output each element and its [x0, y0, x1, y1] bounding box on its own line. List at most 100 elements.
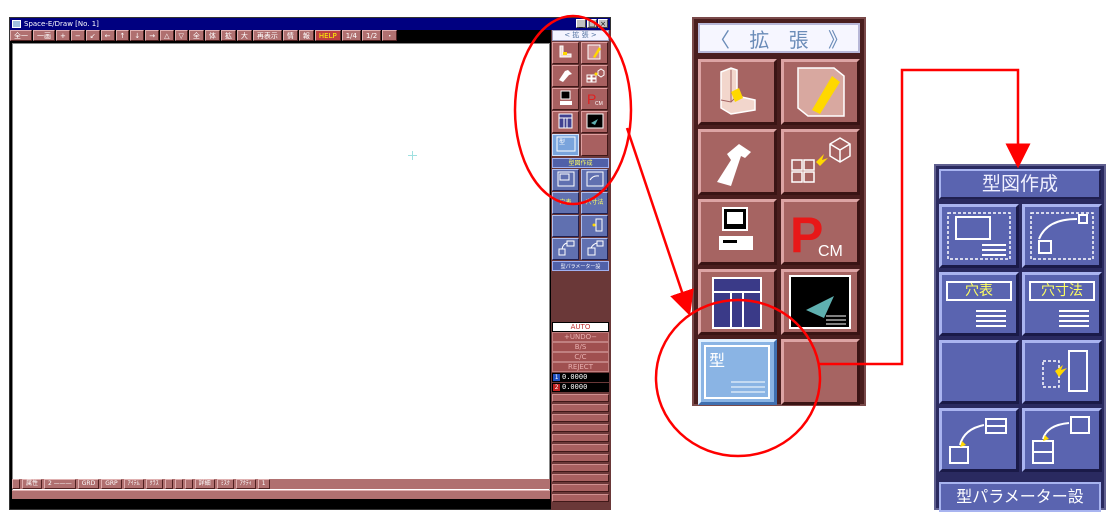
status-field[interactable] — [12, 479, 20, 489]
link-box-button-large[interactable] — [939, 408, 1019, 472]
link-box-button[interactable] — [552, 238, 579, 260]
status-field[interactable]: 2 ——— — [44, 479, 76, 489]
menu-item[interactable]: 一画 — [33, 30, 55, 41]
empty-row[interactable] — [552, 484, 609, 492]
chair-tool-button[interactable] — [552, 42, 579, 64]
status-field[interactable]: 属性 — [22, 479, 43, 489]
menu-item[interactable]: ↓ — [130, 30, 145, 41]
cc-button[interactable]: C/C — [552, 352, 609, 362]
reject-button[interactable]: REJECT — [552, 362, 609, 372]
pcm-tool-button[interactable]: P CM — [581, 88, 608, 110]
status-field[interactable] — [164, 479, 173, 489]
mold-large-label: 型 — [709, 351, 725, 370]
mold-tool-button[interactable]: 型 — [552, 134, 579, 156]
hole-table-button[interactable]: 穴表 — [552, 192, 579, 214]
status-field[interactable]: GRP — [101, 479, 122, 489]
drawing-canvas[interactable] — [12, 43, 550, 491]
mold-drawing-panel-zoom: 型図作成 穴表 穴寸法 型パラメーター設 — [934, 164, 1106, 512]
mold-view-button[interactable] — [581, 169, 608, 191]
layout-tool-button-large[interactable] — [698, 269, 777, 335]
link-box-alt-button-large[interactable] — [1022, 408, 1102, 472]
empty-row[interactable] — [552, 474, 609, 482]
status-field[interactable] — [174, 479, 183, 489]
mold-view-button-large[interactable] — [1022, 204, 1102, 268]
menu-item[interactable]: 拡 — [220, 30, 236, 41]
status-field[interactable] — [184, 479, 193, 489]
menu-item[interactable]: ▽ — [174, 30, 188, 41]
status-field[interactable]: ｱｸﾃｨ — [235, 479, 256, 489]
hammer-tool-button[interactable] — [552, 65, 579, 87]
menu-item[interactable]: 1/4 — [341, 30, 361, 41]
next-arrow-icon[interactable]: 》 — [828, 24, 848, 53]
menu-item[interactable]: + — [56, 30, 70, 41]
status-field[interactable]: 詳細 — [194, 479, 215, 489]
svg-text:CM: CM — [595, 101, 603, 107]
prev-arrow-icon[interactable]: 〈 — [710, 24, 730, 53]
status-field[interactable]: ｱｲﾃﾑ — [123, 479, 144, 489]
auto-button[interactable]: AUTO — [552, 322, 609, 332]
grid-3d-tool-button-large[interactable] — [781, 129, 860, 195]
chair-tool-button-large[interactable] — [698, 59, 777, 125]
empty-row[interactable] — [552, 434, 609, 442]
screen-tool-button-large[interactable] — [781, 269, 860, 335]
maximize-button[interactable]: □ — [587, 19, 597, 28]
empty-row[interactable] — [552, 414, 609, 422]
link-box-alt-button[interactable] — [581, 238, 608, 260]
menu-item[interactable]: − — [70, 30, 85, 41]
menu-item[interactable]: ← — [100, 30, 115, 41]
computer-tool-button[interactable] — [552, 88, 579, 110]
hammer-tool-button-large[interactable] — [698, 129, 777, 195]
hole-dim-button[interactable]: 穴寸法 — [581, 192, 608, 214]
wedge-tool-button[interactable] — [581, 42, 608, 64]
place-button-large[interactable] — [1022, 340, 1102, 404]
empty-row[interactable] — [552, 494, 609, 502]
status-bar-secondary — [12, 490, 550, 499]
empty-row[interactable] — [552, 464, 609, 472]
empty-row[interactable] — [552, 444, 609, 452]
empty-row[interactable] — [552, 454, 609, 462]
place-button[interactable] — [581, 215, 608, 237]
extension-header[interactable]: < 拡 張 > — [552, 30, 609, 41]
empty-row[interactable] — [552, 394, 609, 402]
menu-item[interactable]: 情 — [282, 30, 298, 41]
screen-tool-button[interactable] — [581, 111, 608, 133]
hole-dim-button-large[interactable]: 穴寸法 — [1022, 272, 1102, 336]
menu-item[interactable]: 体 — [204, 30, 220, 41]
layout-tool-button[interactable] — [552, 111, 579, 133]
hole-table-button-large[interactable]: 穴表 — [939, 272, 1019, 336]
status-field[interactable]: ｸﾗｽ — [145, 479, 163, 489]
mold-frame-button-large[interactable] — [939, 204, 1019, 268]
computer-tool-button-large[interactable] — [698, 199, 777, 265]
menu-item[interactable]: 全 — [188, 30, 204, 41]
menu-item[interactable]: 報 — [298, 30, 314, 41]
app-icon[interactable] — [12, 20, 21, 28]
close-button[interactable]: × — [598, 19, 608, 28]
wedge-tool-button-large[interactable] — [781, 59, 860, 125]
pcm-tool-button-large[interactable]: P CM — [781, 199, 860, 265]
menu-item[interactable]: 1/2 — [361, 30, 382, 41]
menu-item[interactable]: ・ — [382, 30, 398, 41]
grid-3d-tool-button[interactable] — [581, 65, 608, 87]
menu-item[interactable]: HELP — [314, 30, 341, 41]
mold-parameter-label[interactable]: 型パラメーター設 — [552, 261, 609, 271]
menu-item[interactable]: → — [145, 30, 160, 41]
place-icon — [1042, 350, 1088, 392]
mold-parameter-footer[interactable]: 型パラメーター設 — [939, 482, 1101, 512]
undo-button[interactable]: +UNDO− — [552, 332, 609, 342]
menu-item[interactable]: △ — [160, 30, 174, 41]
status-field[interactable]: ﾐｽｸ — [216, 479, 234, 489]
minimize-button[interactable]: _ — [576, 19, 586, 28]
status-field[interactable]: GRD — [77, 479, 100, 489]
menu-item[interactable]: 全一 — [10, 30, 32, 41]
bs-button[interactable]: B/S — [552, 342, 609, 352]
empty-row[interactable] — [552, 424, 609, 432]
mold-tool-button-large[interactable]: 型 — [698, 339, 777, 405]
menu-item[interactable]: 再表示 — [252, 30, 282, 41]
status-field[interactable]: 1 — [257, 479, 270, 489]
menu-item[interactable]: ↙ — [85, 30, 100, 41]
empty-row[interactable] — [552, 404, 609, 412]
mold-frame-button[interactable] — [552, 169, 579, 191]
menu-item[interactable]: 大 — [236, 30, 252, 41]
menu-item[interactable]: ↑ — [115, 30, 130, 41]
extension-panel-header[interactable]: 〈 拡 張 》 — [698, 23, 860, 53]
